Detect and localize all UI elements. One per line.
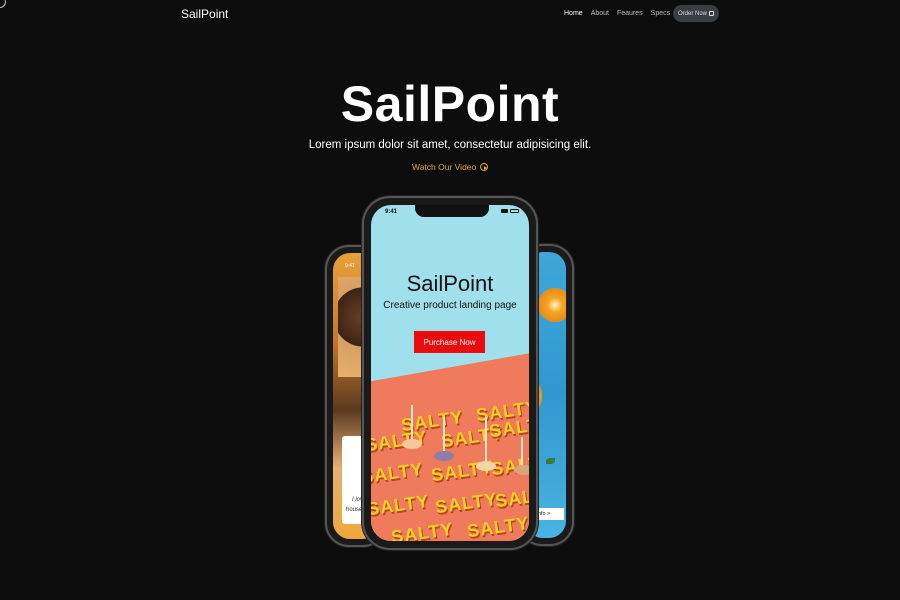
signal-icon — [501, 209, 508, 213]
orange-slice-image — [538, 288, 566, 322]
candle-stick — [411, 405, 413, 443]
candle-stick — [443, 417, 445, 455]
status-time: 9:41 — [345, 263, 355, 269]
phone-mockup-center: 9:41 SailPoint Creative product landing … — [364, 198, 536, 548]
candle-stick — [485, 417, 487, 465]
brand-logo[interactable]: SailPoint — [181, 7, 228, 21]
landing-page: SailPoint Home About Feaures Specs Order… — [0, 0, 900, 600]
phone-center-screen: 9:41 SailPoint Creative product landing … — [371, 205, 529, 541]
purchase-now-button[interactable]: Purchase Now — [414, 331, 485, 353]
battery-icon — [510, 209, 519, 213]
shopping-bag-icon — [709, 11, 714, 16]
play-circle-icon — [480, 163, 489, 171]
nav-links: Home About Feaures Specs — [564, 10, 670, 17]
app-title: SailPoint — [406, 271, 494, 296]
top-navbar: SailPoint Home About Feaures Specs Order… — [0, 0, 900, 28]
hero-title: SailPoint — [340, 76, 560, 132]
status-icons — [501, 209, 519, 213]
nav-link-specs[interactable]: Specs — [651, 10, 670, 17]
nav-link-about[interactable]: About — [591, 10, 609, 17]
status-time: 9:41 — [385, 209, 398, 215]
order-now-button[interactable]: Order Now — [673, 5, 719, 22]
candle-base — [402, 439, 422, 449]
candle-stick — [521, 437, 523, 467]
app-subtitle: Creative product landing page — [383, 300, 517, 311]
phone-notch — [415, 205, 489, 217]
leaf-image — [546, 458, 555, 464]
hero-subtitle: Lorem ipsum dolor sit amet, consectetur … — [308, 139, 592, 151]
nav-link-home[interactable]: Home — [564, 10, 583, 17]
nav-link-features[interactable]: Feaures — [617, 10, 643, 17]
candle-base — [476, 461, 496, 471]
candle-base — [434, 451, 454, 461]
candle-base — [514, 465, 529, 475]
watch-video-label: Watch Our Video — [412, 162, 477, 172]
watch-video-link[interactable]: Watch Our Video — [412, 162, 489, 172]
order-now-label: Order Now — [677, 10, 707, 17]
